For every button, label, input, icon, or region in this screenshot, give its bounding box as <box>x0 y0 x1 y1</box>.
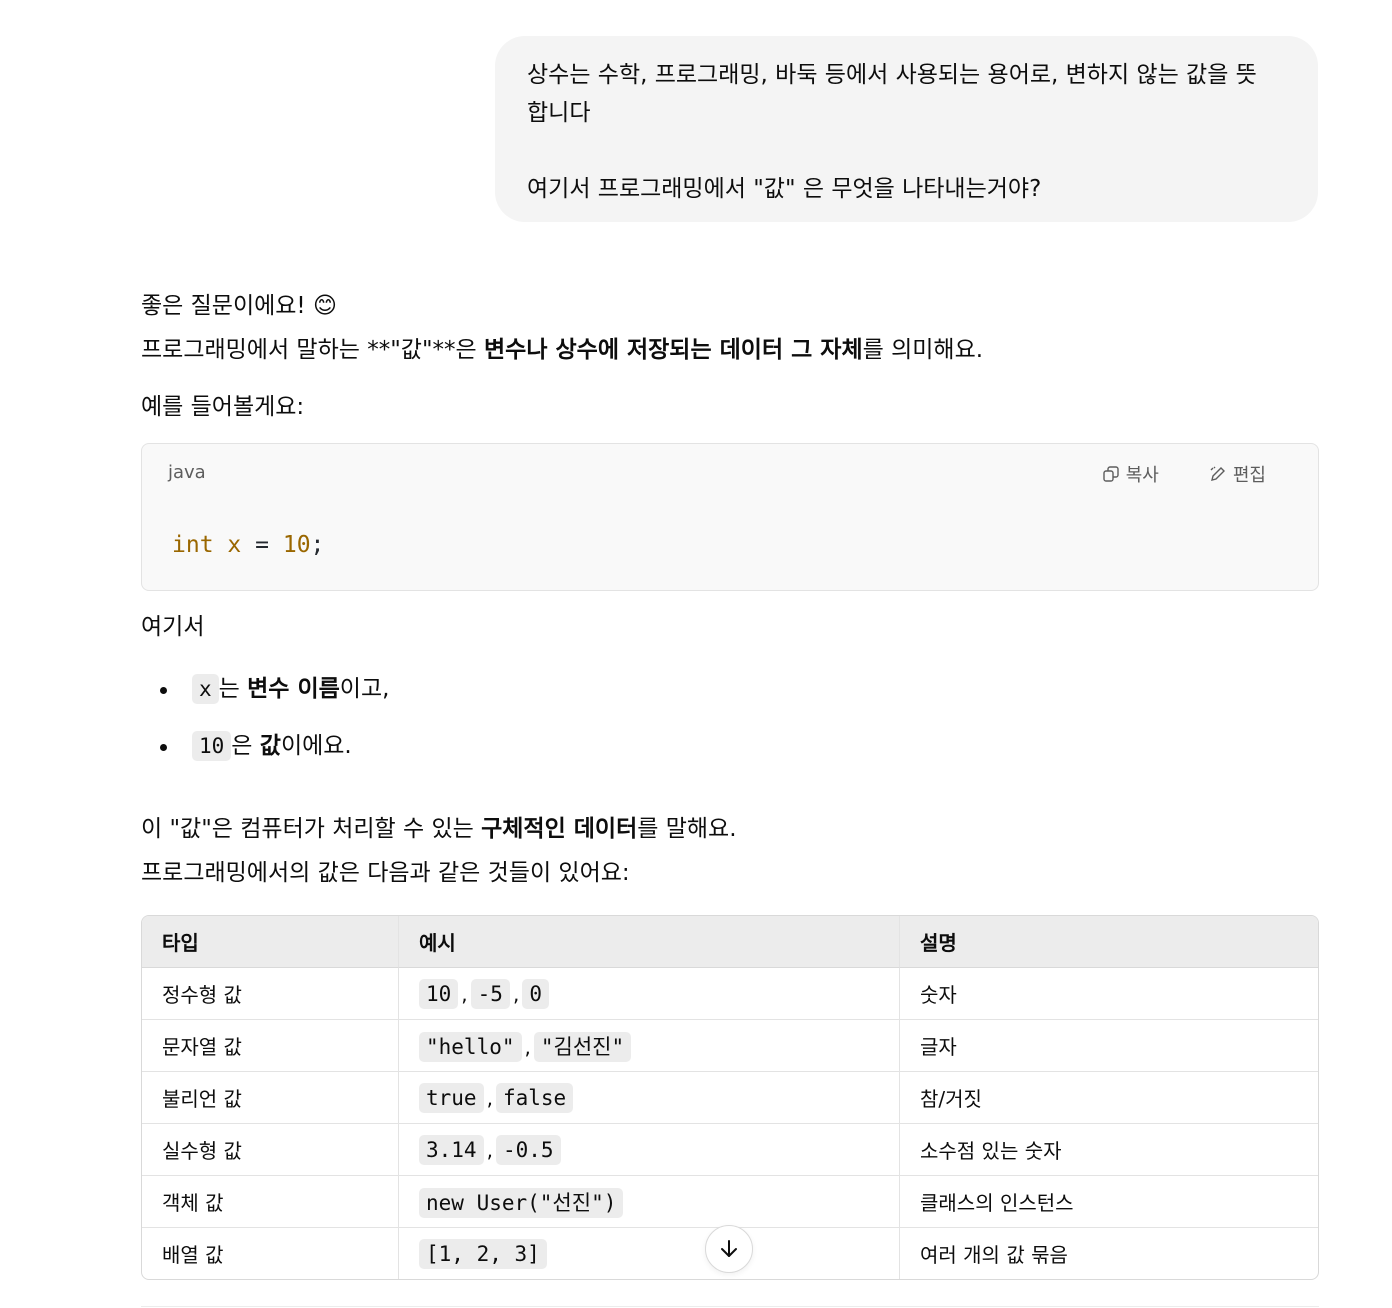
table-cell-type: 객체 값 <box>142 1175 398 1227</box>
summary: 이 "값"은 컴퓨터가 처리할 수 있는 구체적인 데이터를 말해요. <box>141 816 737 842</box>
table-cell-desc: 클래스의 인스턴스 <box>899 1175 1318 1227</box>
table-cell-examples: new User("선진") <box>398 1175 899 1227</box>
table-cell-examples: true, false <box>398 1071 899 1123</box>
table-row: 불리언 값 true, false 참/거짓 <box>142 1071 1318 1123</box>
table-header-row: 타입 예시 설명 <box>142 916 1318 968</box>
table-row: 정수형 값 10, -5, 0 숫자 <box>142 968 1318 1019</box>
here-text: 여기서 <box>141 614 205 640</box>
user-message-bubble: 상수는 수학, 프로그래밍, 바둑 등에서 사용되는 용어로, 변하지 않는 값… <box>495 36 1318 222</box>
table-cell-type: 정수형 값 <box>162 983 242 1007</box>
scroll-to-bottom-button[interactable] <box>705 1225 753 1273</box>
table-cell-type: 실수형 값 <box>142 1123 398 1175</box>
table-cell-desc: 참/거짓 <box>899 1071 1318 1123</box>
code-block: java 복사 편집 int x = 10; <box>141 443 1319 591</box>
copy-button[interactable]: 복사 <box>1102 461 1159 487</box>
table-cell-examples: "hello", "김선진" <box>398 1019 899 1071</box>
table-cell-examples: 10, -5, 0 <box>398 968 899 1019</box>
table-cell-desc: 여러 개의 값 묶음 <box>899 1227 1318 1279</box>
arrow-down-icon <box>721 1240 737 1257</box>
table-header: 설명 <box>899 916 1318 968</box>
table-cell-type: 불리언 값 <box>142 1071 398 1123</box>
list-item: x는 변수 이름이고, <box>141 661 1319 718</box>
table-cell-examples: 3.14, -0.5 <box>398 1123 899 1175</box>
table-intro: 프로그래밍에서의 값은 다음과 같은 것들이 있어요: <box>141 860 630 886</box>
table-cell-desc: 숫자 <box>899 968 1318 1019</box>
table-cell-desc: 소수점 있는 숫자 <box>899 1123 1318 1175</box>
table-row: 실수형 값 3.14, -0.5 소수점 있는 숫자 <box>142 1123 1318 1175</box>
table-cell-examples: [1, 2, 3] <box>398 1227 899 1279</box>
edit-button[interactable]: 편집 <box>1209 461 1266 487</box>
table-cell-desc: 글자 <box>899 1019 1318 1071</box>
example-intro: 예를 들어볼게요: <box>141 394 305 420</box>
definition: 프로그래밍에서 말하는 **"값"**은 변수나 상수에 저장되는 데이터 그 … <box>141 337 984 363</box>
table-header: 타입 <box>142 916 398 968</box>
bullet-list: x는 변수 이름이고, 10 은 값이에요. <box>141 661 1319 775</box>
table-header: 예시 <box>398 916 899 968</box>
table-row: 객체 값 new User("선진") 클래스의 인스턴스 <box>142 1175 1318 1227</box>
edit-icon <box>1210 466 1225 481</box>
user-message-paragraph: 상수는 수학, 프로그래밍, 바둑 등에서 사용되는 용어로, 변하지 않는 값… <box>527 62 1257 126</box>
table-row: 문자열 값 "hello", "김선진" 글자 <box>142 1019 1318 1071</box>
code-language-label: java <box>168 462 206 483</box>
greeting: 좋은 질문이에요! 😊 <box>141 293 337 319</box>
user-message-question: 여기서 프로그래밍에서 "값" 은 무엇을 나타내는거야? <box>527 176 1042 202</box>
divider <box>141 1306 1319 1307</box>
table-cell-type: 문자열 값 <box>142 1019 398 1071</box>
assistant-message: 좋은 질문이에요! 😊 프로그래밍에서 말하는 **"값"**은 변수나 상수에… <box>141 284 1319 1280</box>
copy-icon <box>1103 466 1119 482</box>
code-line: int x = 10; <box>172 532 325 558</box>
list-item: 10 은 값이에요. <box>141 718 1319 775</box>
table-cell-type: 배열 값 <box>142 1227 398 1279</box>
